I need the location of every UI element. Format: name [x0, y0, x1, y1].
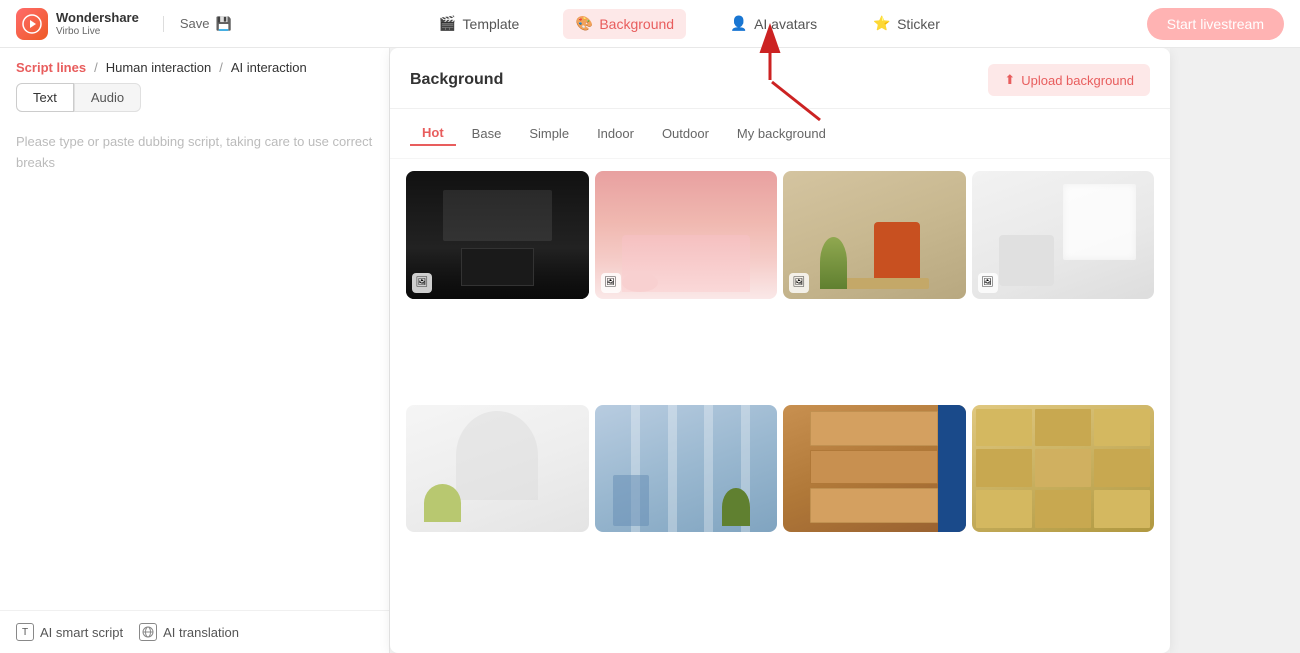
- cat-simple[interactable]: Simple: [517, 121, 581, 146]
- script-placeholder: Please type or paste dubbing script, tak…: [16, 134, 372, 170]
- logo-icon: [16, 8, 48, 40]
- tab-row: Text Audio: [0, 83, 389, 124]
- script-area[interactable]: Please type or paste dubbing script, tak…: [0, 124, 389, 610]
- bg-item-warehouse2[interactable]: [972, 405, 1155, 533]
- logo-text: Wondershare Virbo Live: [56, 10, 139, 37]
- cat-base[interactable]: Base: [460, 121, 514, 146]
- right-bg: [1170, 48, 1300, 653]
- bg-item-arch[interactable]: [406, 405, 589, 533]
- script-nav: Script lines / Human interaction / AI in…: [0, 48, 389, 83]
- cat-outdoor[interactable]: Outdoor: [650, 121, 721, 146]
- nav-template-label: Template: [463, 16, 520, 32]
- bg-item-kitchen[interactable]: 🖼: [406, 171, 589, 299]
- nav-avatars-label: AI avatars: [754, 16, 817, 32]
- left-panel: Script lines / Human interaction / AI in…: [0, 48, 390, 653]
- upload-icon: ⬆: [1004, 72, 1015, 88]
- living-bg-icon: 🖼: [789, 273, 809, 293]
- ai-translation-label: AI translation: [163, 625, 239, 640]
- avatars-icon: 👤: [730, 15, 748, 33]
- start-livestream-button[interactable]: Start livestream: [1147, 8, 1284, 40]
- sticker-icon: ⭐: [873, 15, 891, 33]
- nav-sticker[interactable]: ⭐ Sticker: [861, 9, 952, 39]
- nav-sep-1: /: [94, 60, 98, 75]
- nav-template[interactable]: 🎬 Template: [427, 9, 532, 39]
- bg-item-white-room[interactable]: 🖼: [972, 171, 1155, 299]
- cat-my-background[interactable]: My background: [725, 121, 838, 146]
- bg-grid: 🖼 🖼 🖼 🖼: [390, 159, 1170, 644]
- background-nav-icon: 🎨: [575, 15, 593, 33]
- nav-center: 🎬 Template 🎨 Background 👤 AI avatars ⭐ S…: [232, 9, 1147, 39]
- upload-label: Upload background: [1021, 73, 1134, 88]
- nav-sticker-label: Sticker: [897, 16, 940, 32]
- nav-human-interaction[interactable]: Human interaction: [106, 60, 212, 75]
- ai-smart-script-button[interactable]: T AI smart script: [16, 623, 123, 641]
- white-room-bg-icon: 🖼: [978, 273, 998, 293]
- bg-item-office[interactable]: [595, 405, 778, 533]
- tab-audio[interactable]: Audio: [74, 83, 141, 112]
- save-icon: 💾: [215, 16, 231, 32]
- ai-smart-script-label: AI smart script: [40, 625, 123, 640]
- cat-hot[interactable]: Hot: [410, 121, 456, 146]
- bottom-tools: T AI smart script AI translation: [0, 610, 389, 653]
- top-nav: Wondershare Virbo Live Save 💾 🎬 Template…: [0, 0, 1300, 48]
- nav-background-label: Background: [599, 16, 674, 32]
- template-icon: 🎬: [439, 15, 457, 33]
- nav-sep-2: /: [219, 60, 223, 75]
- background-panel: Background ⬆ Upload background Hot Base …: [390, 48, 1170, 653]
- upload-background-button[interactable]: ⬆ Upload background: [988, 64, 1150, 96]
- nav-ai-avatars[interactable]: 👤 AI avatars: [718, 9, 829, 39]
- bg-panel-header: Background ⬆ Upload background: [390, 48, 1170, 109]
- translation-icon: [139, 623, 157, 641]
- bg-item-warehouse1[interactable]: [783, 405, 966, 533]
- bedroom-bg-icon: 🖼: [601, 273, 621, 293]
- cat-indoor[interactable]: Indoor: [585, 121, 646, 146]
- bg-panel-title: Background: [410, 71, 503, 89]
- bg-item-bedroom[interactable]: 🖼: [595, 171, 778, 299]
- save-area[interactable]: Save 💾: [163, 16, 232, 32]
- nav-ai-interaction[interactable]: AI interaction: [231, 60, 307, 75]
- logo-area: Wondershare Virbo Live: [16, 8, 139, 40]
- bg-item-living[interactable]: 🖼: [783, 171, 966, 299]
- category-tabs: Hot Base Simple Indoor Outdoor My backgr…: [390, 109, 1170, 159]
- smart-script-icon: T: [16, 623, 34, 641]
- tab-text[interactable]: Text: [16, 83, 74, 112]
- ai-translation-button[interactable]: AI translation: [139, 623, 239, 641]
- kitchen-bg-icon: 🖼: [412, 273, 432, 293]
- nav-background[interactable]: 🎨 Background: [563, 9, 686, 39]
- nav-script-lines[interactable]: Script lines: [16, 60, 86, 75]
- save-label: Save: [180, 16, 210, 31]
